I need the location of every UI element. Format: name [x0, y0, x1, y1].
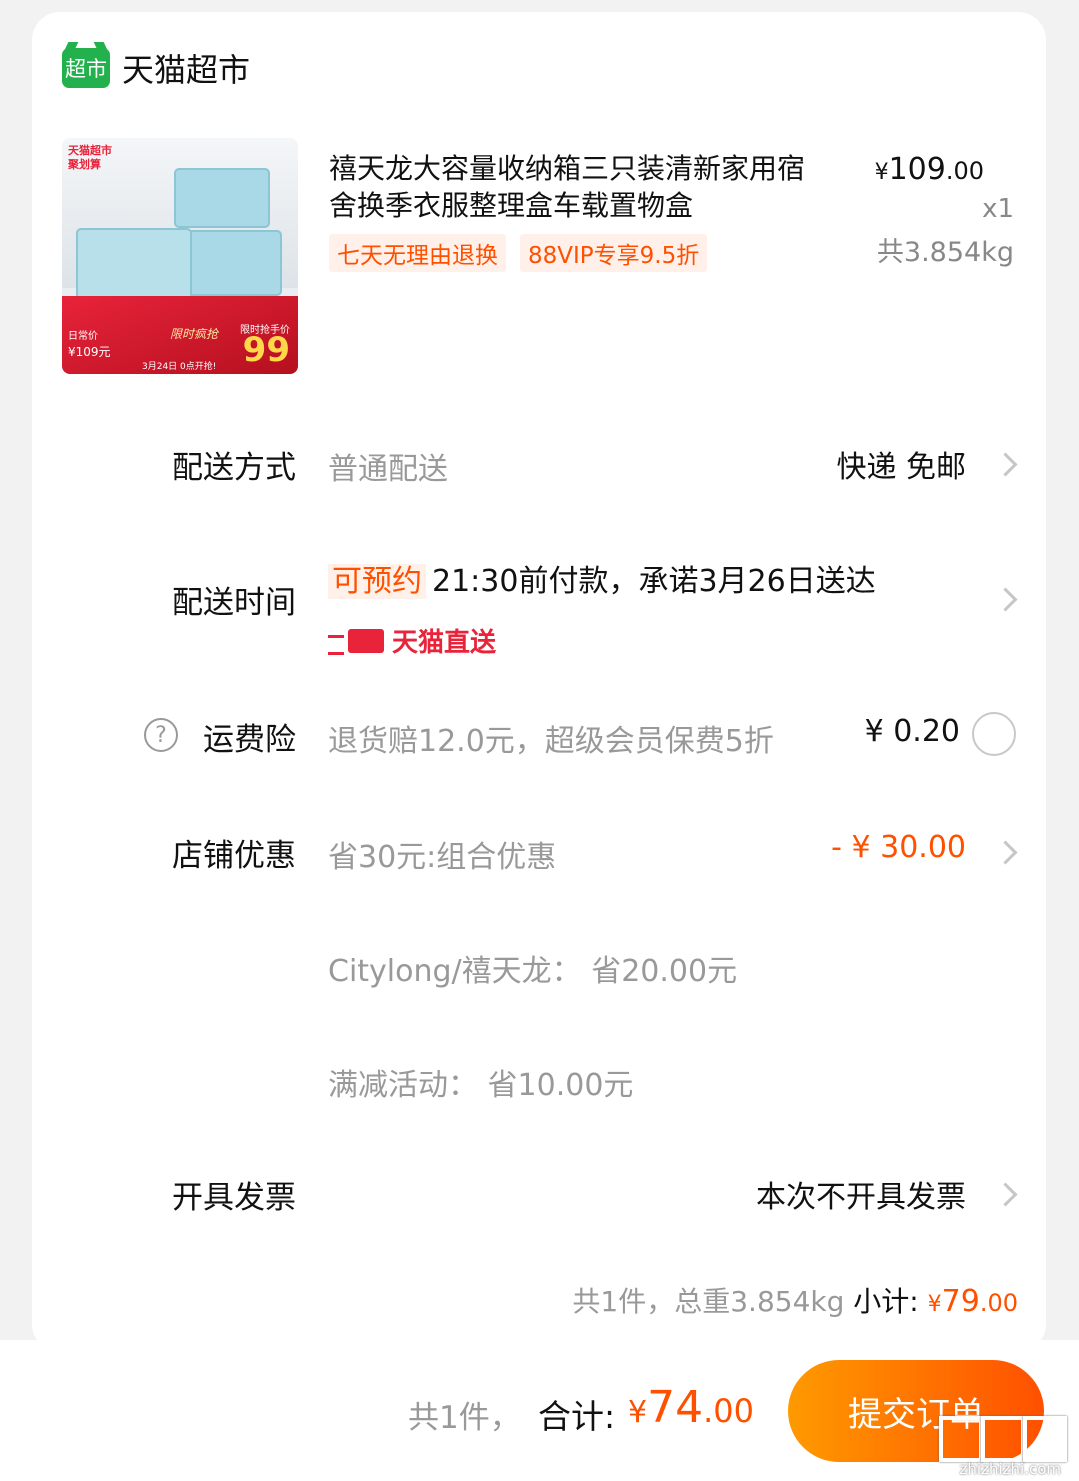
store-discount-value: 省30元:组合优惠 [328, 840, 557, 875]
invoice-value[interactable]: 本次不开具发票 [756, 1172, 966, 1216]
watermark-text: zhizhizhi.com [959, 1460, 1061, 1478]
subtotal-price: ¥79.00 [927, 1284, 1018, 1319]
product-title[interactable]: 禧天龙大容量收纳箱三只装清新家用宿舍换季衣服整理盒车载置物盒 [329, 150, 829, 224]
delivery-method-option[interactable]: 快递 免邮 [836, 442, 966, 486]
return-policy-tag: 七天无理由退换 [329, 234, 506, 272]
total-label: 合计: [538, 1397, 616, 1436]
delivery-time-label: 配送时间 [172, 585, 296, 621]
image-daily-label: 日常价 [68, 331, 98, 342]
vip-discount-tag: 88VIP专享9.5折 [520, 234, 708, 272]
tmall-supermarket-logo: 超市 [62, 48, 110, 88]
tmall-direct: 天猫直送 [328, 622, 496, 659]
help-icon[interactable]: ? [144, 718, 178, 752]
image-daily-price: ¥109元 [68, 345, 111, 359]
product-price: ¥109.00 [874, 152, 984, 187]
delivery-time-value[interactable]: 可预约 21:30前付款，承诺3月26日送达 [328, 556, 876, 600]
order-card: 超市 天猫超市 天猫超市 聚划算 日常价 ¥109元 限时疯抢 限时抢手价 99 … [32, 12, 1046, 1352]
chevron-right-icon[interactable] [993, 452, 1018, 477]
shop-header[interactable]: 超市 天猫超市 [62, 46, 250, 90]
store-discount-amount[interactable]: - ¥ 30.00 [831, 830, 966, 865]
watermark-logo [939, 1416, 983, 1462]
watermark-logo [1023, 1416, 1067, 1462]
watermark: zhizhizhi.com [935, 1416, 1067, 1478]
storage-box [76, 228, 192, 300]
image-flash-label: 限时疯抢 [170, 327, 219, 341]
invoice-label: 开具发票 [172, 1180, 296, 1216]
delivery-method-value: 普通配送 [328, 452, 448, 487]
storage-box [186, 230, 282, 296]
product-weight: 共3.854kg [876, 237, 1014, 268]
store-discount-label: 店铺优惠 [172, 838, 296, 874]
shop-name: 天猫超市 [122, 51, 251, 89]
discount-detail-brand: Citylong/禧天龙： 省20.00元 [328, 954, 738, 989]
chevron-right-icon[interactable] [993, 840, 1018, 865]
image-big-price: 99 [242, 330, 290, 370]
image-date: 3月24日 0点开抢! [142, 362, 217, 372]
chevron-right-icon[interactable] [993, 587, 1018, 612]
shipping-insurance-label: 运费险 [203, 722, 296, 758]
product-quantity: x1 [982, 194, 1014, 224]
product-image[interactable]: 天猫超市 聚划算 日常价 ¥109元 限时疯抢 限时抢手价 99 3月24日 0点… [62, 138, 298, 374]
checkout-bar: 共1件， 合计: ¥74.00 提交订单 [0, 1340, 1079, 1481]
storage-box [174, 168, 270, 228]
item-count: 共1件， [408, 1400, 521, 1436]
discount-detail-full-reduction: 满减活动： 省10.00元 [328, 1068, 634, 1103]
insurance-radio[interactable] [972, 712, 1016, 756]
image-promo-tag: 天猫超市 聚划算 [68, 144, 112, 171]
subtotal: 共1件，总重3.854kg 小计: ¥79.00 [572, 1284, 1018, 1319]
product-tags: 七天无理由退换 88VIP专享9.5折 [329, 234, 721, 272]
shipping-insurance-value: 退货赔12.0元，超级会员保费5折 [328, 724, 774, 759]
total-price: ¥74.00 [628, 1382, 754, 1433]
delivery-method-label: 配送方式 [172, 450, 296, 486]
preorder-badge: 可预约 [328, 564, 426, 599]
tmall-cat-icon [328, 627, 386, 655]
chevron-right-icon[interactable] [993, 1182, 1018, 1207]
shipping-insurance-price: ¥ 0.20 [864, 714, 960, 749]
watermark-logo [981, 1416, 1025, 1462]
